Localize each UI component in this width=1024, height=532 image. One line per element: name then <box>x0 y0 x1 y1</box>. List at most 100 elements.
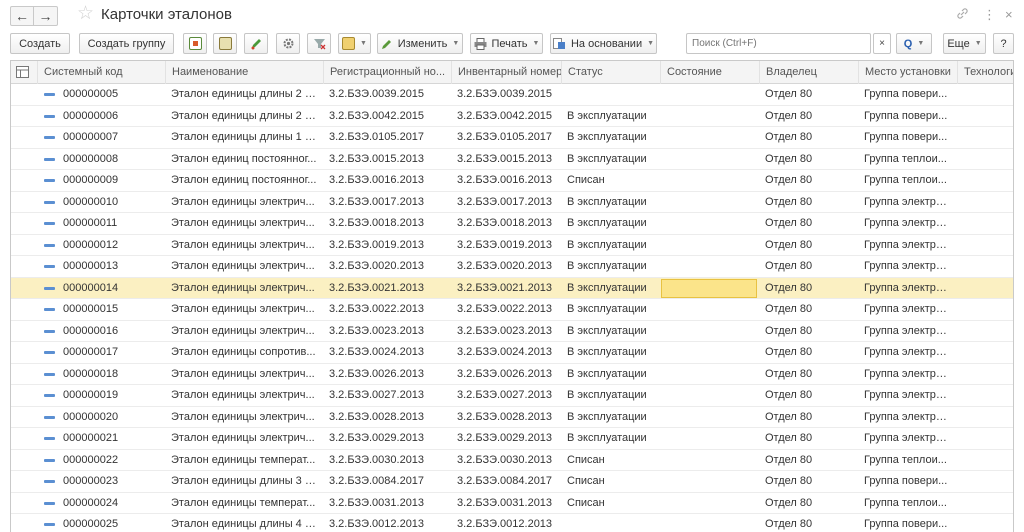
column-header-state[interactable]: Состояние <box>660 61 759 84</box>
cell-status: В эксплуатации <box>567 217 647 229</box>
column-header-status[interactable]: Статус <box>561 61 660 84</box>
edit-label: Изменить <box>397 37 448 50</box>
table-row[interactable]: 000000016 Эталон единицы электрич... 3.2.Б… <box>11 321 1013 342</box>
table-row[interactable]: 000000010 Эталон единицы электрич... 3.2.Б… <box>11 192 1013 213</box>
favorite-star-icon[interactable]: ☆ <box>77 4 94 24</box>
create-button[interactable]: Создать <box>10 33 70 54</box>
cell-system-code: 000000017 <box>63 346 119 358</box>
active-cell-state[interactable] <box>661 278 757 298</box>
cell-owner: Отдел 80 <box>765 324 813 337</box>
cell-location: Группа повери... <box>864 131 948 143</box>
table-row[interactable]: 000000024 Эталон единицы температ... 3.2.Б… <box>11 493 1013 514</box>
cell-owner: Отдел 80 <box>765 410 813 423</box>
create-group-button[interactable]: Создать группу <box>79 33 174 54</box>
cell-location: Группа повери... <box>864 475 948 487</box>
search-input[interactable] <box>686 33 871 54</box>
cell-inv-number: 3.2.БЗЭ.0039.2015 <box>457 88 553 100</box>
table-row[interactable]: 000000011 Эталон единицы электрич... 3.2.Б… <box>11 213 1013 235</box>
table-row[interactable]: 000000018 Эталон единицы электрич... 3.2.Б… <box>11 364 1013 385</box>
based-on-dropdown-button[interactable]: На основании ▼ <box>550 33 657 54</box>
edit-pencil-button[interactable] <box>244 33 268 54</box>
edit-dropdown-button[interactable]: Изменить ▼ <box>377 33 463 54</box>
forward-button[interactable]: → <box>34 6 58 26</box>
filter-clear-icon <box>313 39 325 50</box>
item-element-icon <box>44 200 55 204</box>
cell-inv-number: 3.2.БЗЭ.0020.2013 <box>457 260 553 272</box>
table-row[interactable]: 000000014 Эталон единицы электрич... 3.2.Б… <box>11 277 1013 299</box>
table-row[interactable]: 000000009 Эталон единиц постоянног... 3.2.… <box>11 170 1013 192</box>
cell-location: Группа электро... <box>864 303 952 315</box>
table-row[interactable]: 000000006 Эталон единицы длины 2 р... 3.2.… <box>11 106 1013 127</box>
help-button[interactable]: ? <box>993 33 1014 54</box>
cell-status <box>561 84 660 105</box>
column-header-name[interactable]: Наименование <box>165 61 323 84</box>
column-header-owner[interactable]: Владелец <box>759 61 858 84</box>
data-grid[interactable]: Системный код Наименование Регистрационн… <box>10 60 1014 532</box>
pencil-icon <box>381 39 391 49</box>
cell-system-code: 000000015 <box>63 303 119 315</box>
pencil-icon <box>251 39 261 50</box>
cell-system-code: 000000005 <box>63 88 119 100</box>
cell-status: В эксплуатации <box>567 131 647 143</box>
column-header-reg-number[interactable]: Регистрационный но... <box>323 61 451 84</box>
table-row[interactable]: 000000021 Эталон единицы электрич... 3.2.Б… <box>11 428 1013 450</box>
chevron-down-icon: ▼ <box>917 40 925 47</box>
back-button[interactable]: ← <box>10 6 34 26</box>
copy-button[interactable] <box>183 33 207 54</box>
document-dropdown-button[interactable]: ▼ <box>338 33 371 54</box>
cell-owner: Отдел 80 <box>765 518 813 530</box>
title-bar: ← → ☆ Карточки эталонов ⋮ × <box>0 0 1024 30</box>
table-row[interactable]: 000000020 Эталон единицы электрич... 3.2.Б… <box>11 407 1013 428</box>
table-row[interactable]: 000000017 Эталон единицы сопротив... 3.2.Б… <box>11 342 1013 364</box>
item-element-icon <box>44 437 55 440</box>
list-button[interactable] <box>213 33 237 54</box>
settings-button[interactable] <box>276 33 300 54</box>
based-on-label: На основании <box>570 37 643 50</box>
chevron-down-icon: ▼ <box>647 40 655 47</box>
item-element-icon <box>44 179 55 182</box>
cell-reg-number: 3.2.БЗЭ.0031.2013 <box>329 496 425 509</box>
column-header-system-code[interactable]: Системный код <box>37 61 165 84</box>
cell-inv-number: 3.2.БЗЭ.0016.2013 <box>457 174 553 186</box>
cell-inv-number: 3.2.БЗЭ.0030.2013 <box>457 453 553 466</box>
cell-owner: Отдел 80 <box>765 109 813 122</box>
close-icon[interactable]: × <box>1005 7 1013 22</box>
table-row[interactable]: 000000019 Эталон единицы электрич... 3.2.Б… <box>11 385 1013 407</box>
cell-inv-number: 3.2.БЗЭ.0012.2013 <box>457 518 553 530</box>
table-row[interactable]: 000000025 Эталон единицы длины 4 р... 3.2.… <box>11 514 1013 532</box>
cell-name: Эталон единицы электрич... <box>171 410 315 423</box>
column-header-location[interactable]: Место установки <box>858 61 957 84</box>
cell-name: Эталон единицы электрич... <box>171 367 315 380</box>
print-dropdown-button[interactable]: Печать ▼ <box>470 33 543 54</box>
cell-status: Списан <box>567 174 605 186</box>
chevron-down-icon: ▼ <box>360 40 367 47</box>
cell-reg-number: 3.2.БЗЭ.0029.2013 <box>329 432 425 444</box>
filter-button[interactable] <box>307 33 331 54</box>
table-row[interactable]: 000000022 Эталон единицы температ... 3.2.Б… <box>11 450 1013 471</box>
column-header-inv-number[interactable]: Инвентарный номер <box>451 61 561 84</box>
list-icon <box>218 37 232 50</box>
more-actions-button[interactable]: Еще ▼ <box>943 33 986 54</box>
cell-system-code: 000000021 <box>63 432 119 444</box>
cell-owner: Отдел 80 <box>765 496 813 509</box>
cell-status: В эксплуатации <box>567 324 647 337</box>
cell-owner: Отдел 80 <box>765 432 813 444</box>
cell-inv-number: 3.2.БЗЭ.0017.2013 <box>457 195 553 208</box>
more-vertical-icon[interactable]: ⋮ <box>983 7 996 23</box>
link-icon[interactable] <box>956 7 969 23</box>
search-clear-button[interactable]: × <box>873 33 891 54</box>
table-row[interactable]: 000000015 Эталон единицы электрич... 3.2.Б… <box>11 299 1013 321</box>
cell-system-code: 000000007 <box>63 131 119 143</box>
table-row[interactable]: 000000013 Эталон единицы электрич... 3.2.Б… <box>11 256 1013 278</box>
table-row[interactable]: 000000007 Эталон единицы длины 1 р... 3.2.… <box>11 127 1013 149</box>
cell-name: Эталон единицы длины 4 р... <box>171 518 321 530</box>
cell-location: Группа электро... <box>864 367 952 380</box>
table-row[interactable]: 000000012 Эталон единицы электрич... 3.2.Б… <box>11 235 1013 256</box>
table-row[interactable]: 000000008 Эталон единиц постоянног... 3.2.… <box>11 149 1013 170</box>
column-settings-icon[interactable] <box>11 61 37 84</box>
table-row[interactable]: 000000023 Эталон единицы длины 3 р... 3.2.… <box>11 471 1013 493</box>
search-button[interactable]: Q ▼ <box>896 33 932 54</box>
table-row[interactable]: 000000005 Эталон единицы длины 2 р... 3.2.… <box>11 84 1013 106</box>
column-header-technological[interactable]: Технологич... <box>957 61 1013 84</box>
cell-name: Эталон единицы электрич... <box>171 260 315 272</box>
